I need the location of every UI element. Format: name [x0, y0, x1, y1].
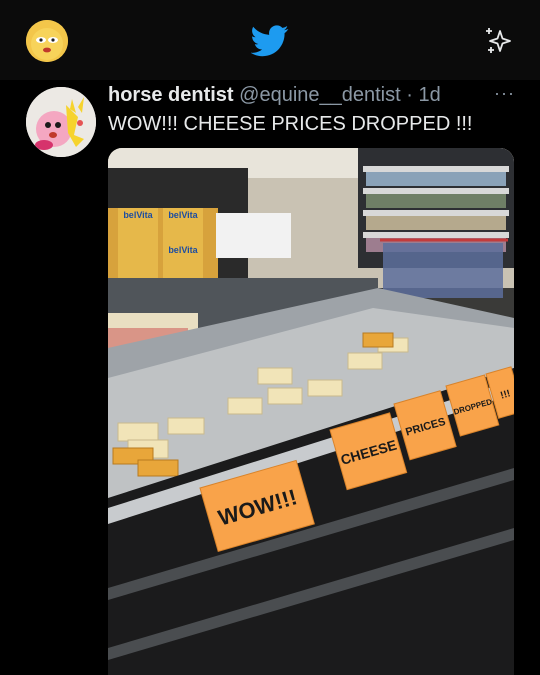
profile-avatar[interactable]	[26, 20, 68, 62]
avatar-face-icon	[26, 20, 68, 62]
box-brand-1: belVita	[123, 210, 153, 220]
author-name[interactable]: horse dentist	[108, 84, 234, 106]
tweet-text: WOW!!! CHEESE PRICES DROPPED !!!	[108, 113, 473, 135]
author-avatar[interactable]	[26, 87, 96, 157]
box-brand-2: belVita	[168, 210, 198, 220]
tweet-time[interactable]: 1d	[418, 84, 440, 106]
box-brand-3: belVita	[168, 245, 198, 255]
author-avatar-image	[26, 87, 96, 157]
tweet-header: horse dentist @equine__dentist · 1d	[108, 84, 441, 108]
shopping-cart	[383, 243, 503, 298]
product-cartons	[216, 213, 291, 258]
sparkle-icon[interactable]	[482, 25, 514, 57]
tweet-media-photo[interactable]: belVita belVita belVita WOW!!! CHEESE PR…	[108, 148, 514, 675]
bird-logo-icon[interactable]	[250, 25, 289, 57]
author-handle[interactable]: @equine__dentist	[239, 84, 401, 106]
separator-dot: ·	[406, 84, 413, 106]
cheese-case-photo: belVita belVita belVita WOW!!! CHEESE PR…	[108, 148, 514, 675]
more-options-icon[interactable]: ···	[494, 84, 514, 104]
top-bar	[0, 0, 540, 80]
